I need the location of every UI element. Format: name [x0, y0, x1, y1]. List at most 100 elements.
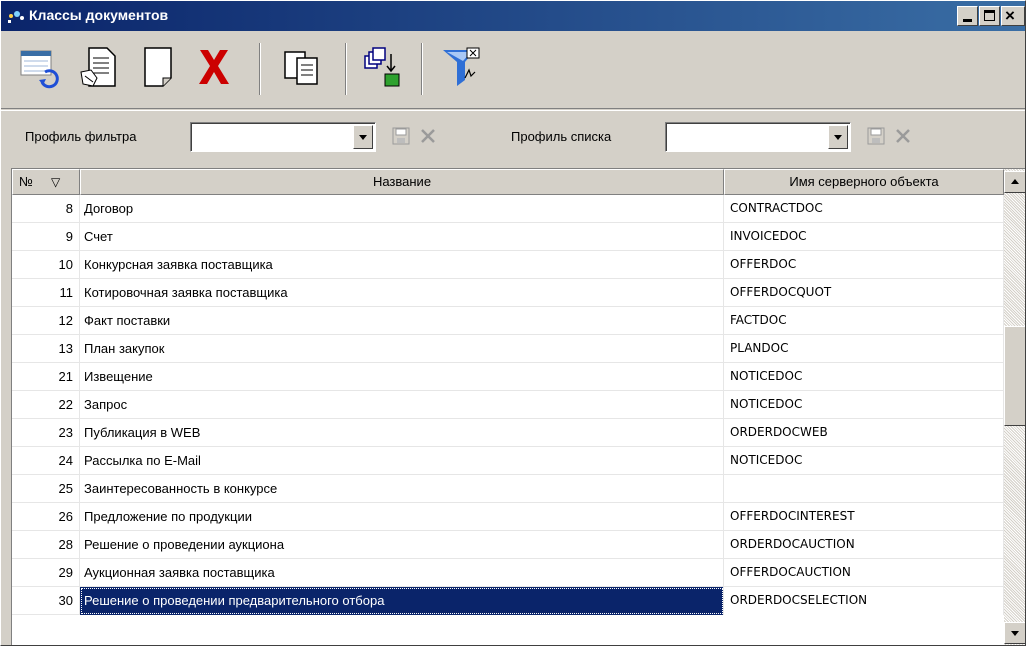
filter-button[interactable] [437, 42, 487, 92]
row-number: 13 [12, 335, 80, 363]
export-icon [364, 47, 400, 87]
delete-list-profile-icon[interactable] [894, 127, 912, 145]
row-server-object: NOTICEDOC [724, 363, 1004, 391]
table-row[interactable]: 24 Рассылка по E-Mail NOTICEDOC [12, 447, 1004, 475]
delete-filter-profile-icon[interactable] [419, 127, 437, 145]
maximize-icon [984, 10, 995, 21]
row-name: Договор [80, 195, 724, 223]
row-number: 12 [12, 307, 80, 335]
row-server-object: ORDERDOCSELECTION [724, 587, 1004, 615]
document-classes-table: № ▽ Название Имя серверного объекта 8 Дог… [11, 168, 1025, 645]
table-row[interactable]: 30 Решение о проведении предварительного … [12, 587, 1004, 615]
row-server-object: OFFERDOCQUOT [724, 279, 1004, 307]
document-classes-window: Классы документов × Профиль фильтра Проф… [0, 0, 1026, 646]
row-number: 30 [12, 587, 80, 615]
table-row[interactable]: 10 Конкурсная заявка поставщика OFFERDOC [12, 251, 1004, 279]
row-server-object: CONTRACTDOC [724, 195, 1004, 223]
column-header-server-object[interactable]: Имя серверного объекта [724, 169, 1004, 195]
new-document-button[interactable] [133, 42, 183, 92]
table-row[interactable]: 28 Решение о проведении аукциона ORDERDOCA… [12, 531, 1004, 559]
row-name: Рассылка по E-Mail [80, 447, 724, 475]
close-icon: × [1005, 6, 1015, 25]
column-header-number[interactable]: № ▽ [12, 169, 80, 195]
row-name: Предложение по продукции [80, 503, 724, 531]
row-server-object: FACTDOC [724, 307, 1004, 335]
chevron-down-icon[interactable] [353, 125, 373, 149]
row-server-object: INVOICEDOC [724, 223, 1004, 251]
list-profile-label: Профиль списка [511, 129, 612, 144]
column-number-label: № [19, 174, 33, 189]
table-row[interactable]: 29 Аукционная заявка поставщика OFFERDOCAU… [12, 559, 1004, 587]
row-server-object: NOTICEDOC [724, 391, 1004, 419]
close-button[interactable]: × [1001, 6, 1025, 26]
scroll-up-icon[interactable] [1004, 171, 1025, 193]
minimize-button[interactable] [957, 6, 978, 26]
vertical-scrollbar[interactable] [1004, 169, 1025, 645]
row-server-object: ORDERDOCWEB [724, 419, 1004, 447]
scroll-down-icon[interactable] [1004, 622, 1025, 644]
row-name: Котировочная заявка поставщика [80, 279, 724, 307]
window-title: Классы документов [29, 7, 169, 23]
row-number: 24 [12, 447, 80, 475]
row-server-object: PLANDOC [724, 335, 1004, 363]
table-row[interactable]: 13 План закупок PLANDOC [12, 335, 1004, 363]
row-server-object: NOTICEDOC [724, 447, 1004, 475]
row-name: Аукционная заявка поставщика [80, 559, 724, 587]
filter-icon [443, 47, 480, 86]
table-row[interactable]: 25 Заинтересованность в конкурсе [12, 475, 1004, 503]
toolbar-separator [421, 43, 423, 95]
refresh-button[interactable] [15, 42, 65, 92]
row-number: 11 [12, 279, 80, 307]
sort-indicator-icon: ▽ [51, 175, 61, 189]
copy-icon [284, 51, 318, 85]
row-name: Запрос [80, 391, 724, 419]
row-name: Заинтересованность в конкурсе [80, 475, 724, 503]
scroll-thumb[interactable] [1004, 326, 1025, 426]
copy-button[interactable] [277, 42, 327, 92]
refresh-icon [20, 50, 59, 89]
toolbar-separator [345, 43, 347, 95]
column-header-name[interactable]: Название [80, 169, 724, 195]
table-row[interactable]: 11 Котировочная заявка поставщика OFFERDOC… [12, 279, 1004, 307]
row-number: 23 [12, 419, 80, 447]
row-number: 21 [12, 363, 80, 391]
row-server-object: OFFERDOC [724, 251, 1004, 279]
row-number: 29 [12, 559, 80, 587]
toolbar-separator [259, 43, 261, 95]
save-filter-profile-icon[interactable] [392, 127, 410, 145]
row-name: Публикация в WEB [80, 419, 724, 447]
table-header: № ▽ Название Имя серверного объекта [12, 169, 1004, 195]
export-button[interactable] [357, 42, 407, 92]
row-name: План закупок [80, 335, 724, 363]
filter-profile-select[interactable] [190, 122, 376, 152]
table-row[interactable]: 22 Запрос NOTICEDOC [12, 391, 1004, 419]
edit-document-button[interactable] [75, 42, 125, 92]
filter-profile-label: Профиль фильтра [25, 129, 137, 144]
table-row[interactable]: 21 Извещение NOTICEDOC [12, 363, 1004, 391]
toolbar [1, 31, 1025, 109]
row-number: 26 [12, 503, 80, 531]
row-name: Счет [80, 223, 724, 251]
row-number: 22 [12, 391, 80, 419]
list-profile-select[interactable] [665, 122, 851, 152]
maximize-button[interactable] [979, 6, 1000, 26]
delete-button[interactable] [189, 42, 239, 92]
chevron-down-icon[interactable] [828, 125, 848, 149]
delete-icon [199, 50, 229, 84]
table-row[interactable]: 12 Факт поставки FACTDOC [12, 307, 1004, 335]
row-server-object: OFFERDOCAUCTION [724, 559, 1004, 587]
table-row[interactable]: 23 Публикация в WEB ORDERDOCWEB [12, 419, 1004, 447]
row-name: Извещение [80, 363, 724, 391]
row-server-object: OFFERDOCINTEREST [724, 503, 1004, 531]
new-document-icon [144, 47, 172, 87]
table-row[interactable]: 8 Договор CONTRACTDOC [12, 195, 1004, 223]
title-bar[interactable]: Классы документов × [1, 1, 1025, 31]
table-row[interactable]: 26 Предложение по продукции OFFERDOCINTERE… [12, 503, 1004, 531]
row-name: Факт поставки [80, 307, 724, 335]
row-number: 10 [12, 251, 80, 279]
row-number: 8 [12, 195, 80, 223]
save-list-profile-icon[interactable] [867, 127, 885, 145]
table-row[interactable]: 9 Счет INVOICEDOC [12, 223, 1004, 251]
edit-document-icon [80, 47, 116, 87]
row-server-object [724, 475, 1004, 503]
